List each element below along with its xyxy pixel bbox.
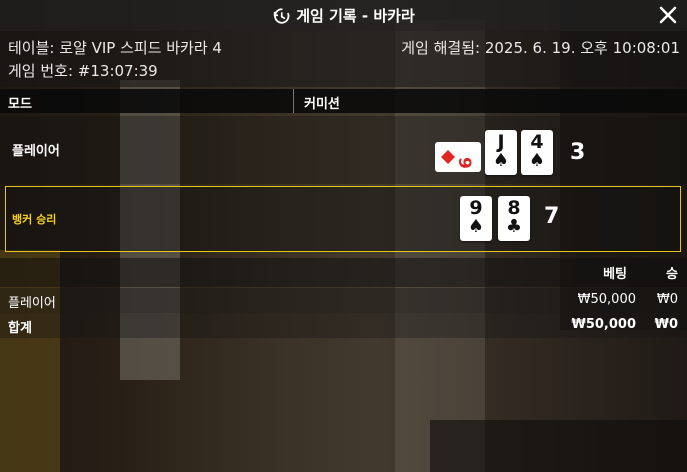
club-icon: ♣: [505, 216, 523, 237]
banker-card-1: 9 ♠: [460, 196, 492, 241]
win-column-header: 승: [666, 267, 678, 282]
spade-icon: ♠: [492, 150, 510, 171]
history-icon: [274, 7, 290, 24]
player-score: 3: [570, 140, 586, 165]
banker-card-2: 8 ♣: [498, 196, 530, 241]
column-divider: [293, 89, 294, 113]
mode-header: 모드 커미션: [0, 89, 687, 113]
title-bar: 게임 기록 - 바카라: [0, 0, 687, 31]
banker-score: 7: [544, 204, 560, 229]
commission-label: 커미션: [304, 97, 340, 112]
spade-icon: ♠: [467, 216, 485, 237]
banker-win-label: 뱅커 승리: [12, 213, 57, 226]
win-amount: ₩0: [656, 292, 678, 307]
mode-label: 모드: [8, 97, 32, 112]
player-hand-row: 플레이어 9 J ♠ 4 ♠ 3: [0, 116, 687, 184]
player-label: 플레이어: [12, 144, 60, 159]
game-number: 게임 번호: #13:07:39: [8, 62, 158, 80]
bets-table-header: 베팅 승: [0, 258, 687, 287]
resolved-time: 게임 해결됨: 2025. 6. 19. 오후 10:08:01: [401, 39, 680, 57]
window-title: 게임 기록 - 바카라: [296, 7, 415, 25]
rotated-card: 9: [435, 142, 481, 172]
bet-column-header: 베팅: [603, 267, 627, 282]
total-row: 합계 ₩50,000 ₩0: [0, 313, 687, 338]
bet-name: 플레이어: [8, 296, 56, 311]
spade-icon: ♠: [528, 150, 546, 171]
diamond-icon: 9: [441, 150, 474, 169]
total-win: ₩0: [654, 317, 678, 332]
bet-amount: ₩50,000: [577, 292, 636, 307]
game-info-panel: 테이블: 로얄 VIP 스피드 바카라 4 게임 번호: #13:07:39 게…: [0, 31, 687, 87]
player-card-2: 4 ♠: [521, 130, 553, 175]
svg-text:9: 9: [454, 157, 474, 169]
table-row: 플레이어 ₩50,000 ₩0: [0, 288, 687, 313]
table-name: 테이블: 로얄 VIP 스피드 바카라 4: [8, 39, 222, 57]
banker-hand-row: 뱅커 승리 9 ♠ 8 ♣ 7: [5, 186, 681, 252]
player-card-1: J ♠: [485, 130, 517, 175]
total-amount: ₩50,000: [571, 317, 636, 332]
total-label: 합계: [8, 321, 32, 336]
close-icon[interactable]: [658, 5, 678, 25]
